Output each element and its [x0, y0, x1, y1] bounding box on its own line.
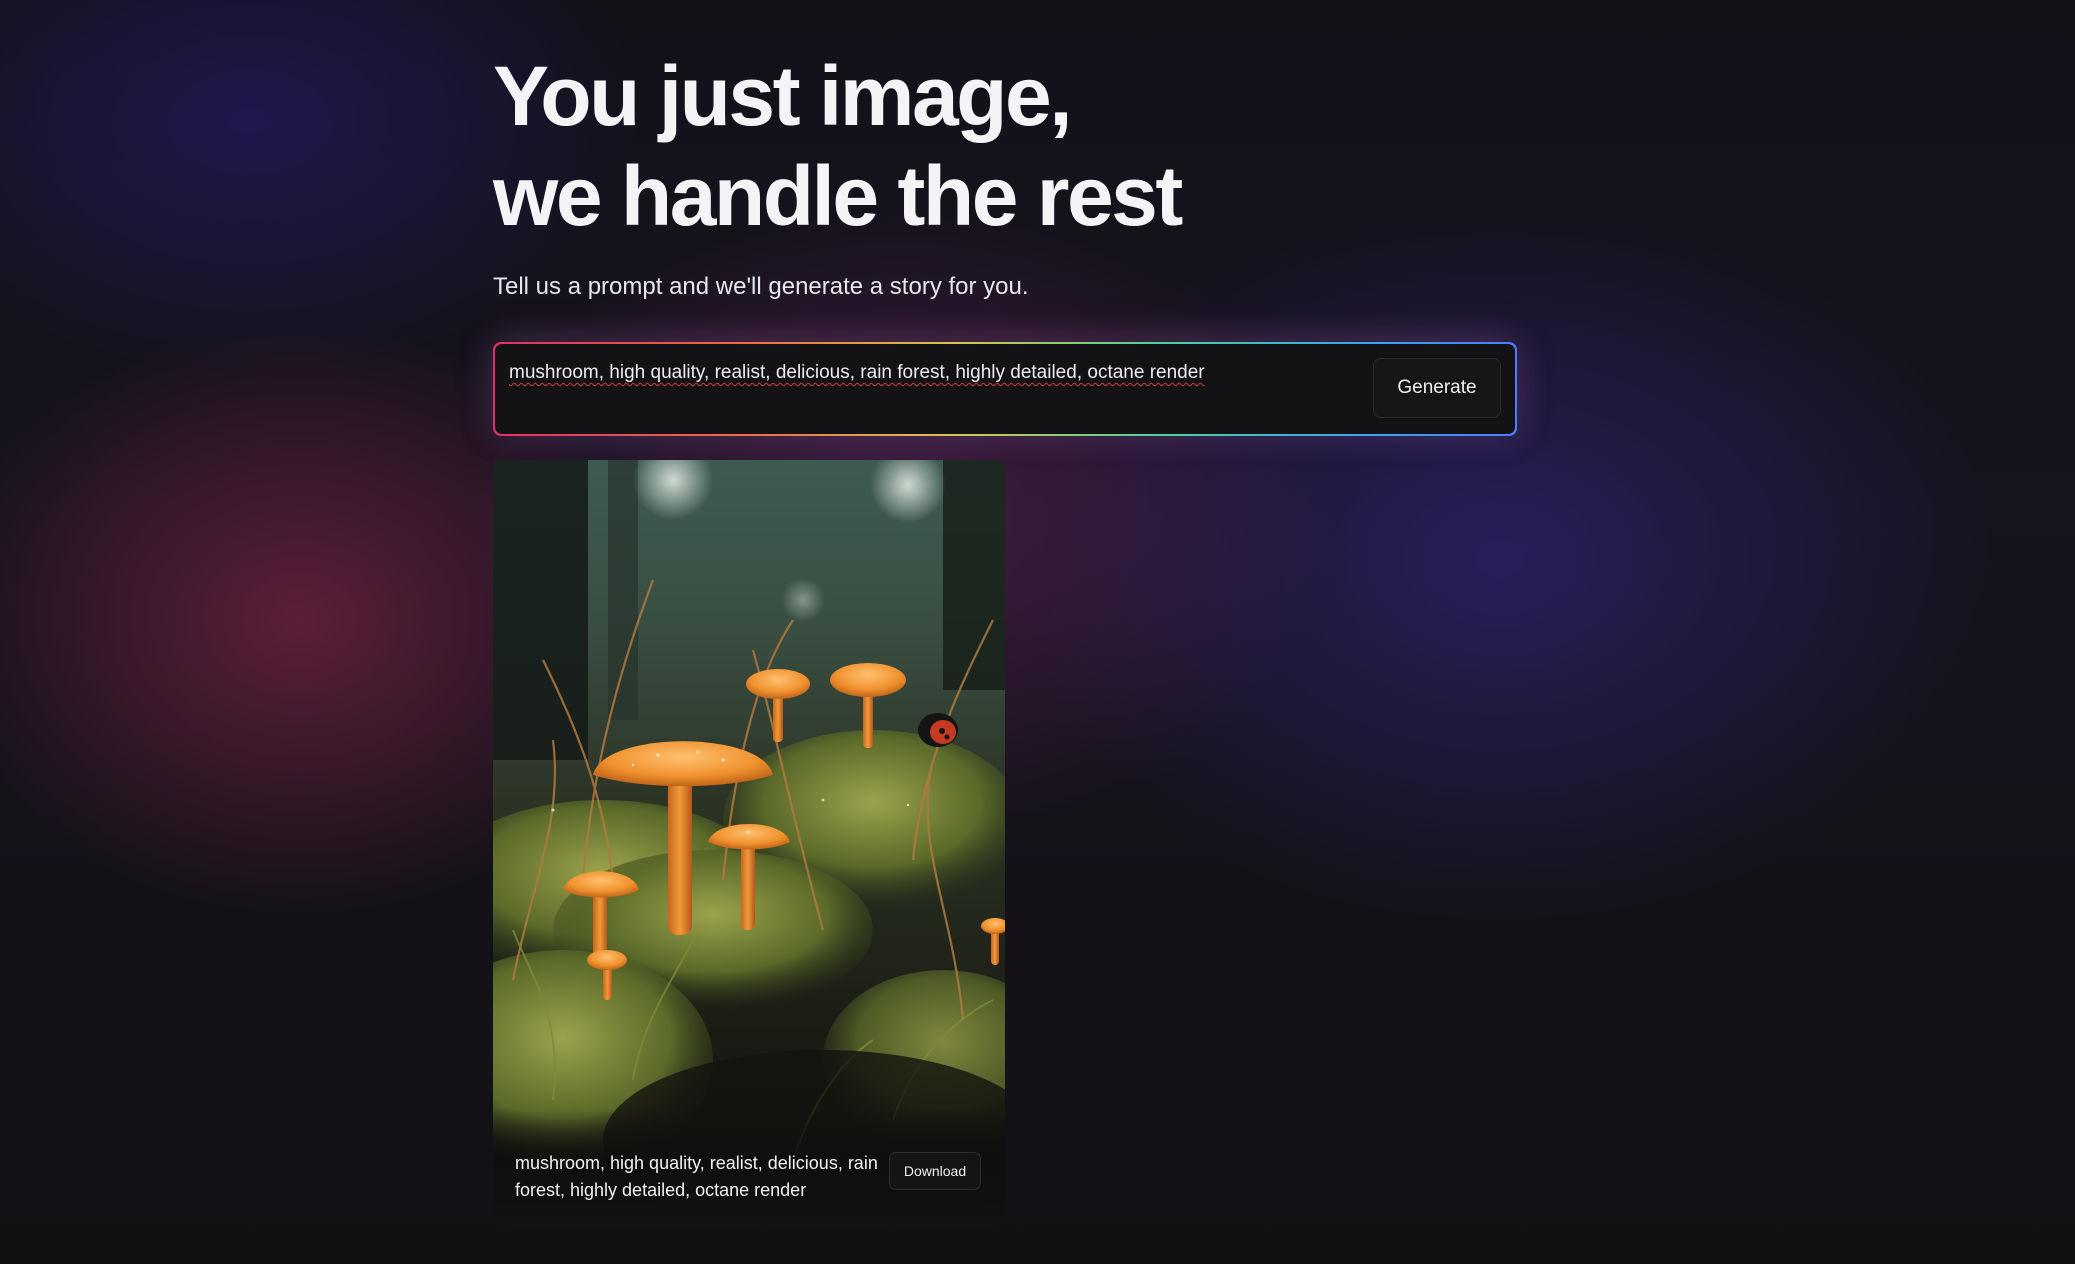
- headline-line-2: we handle the rest: [493, 149, 1183, 243]
- generated-image-card: mushroom, high quality, realist, delicio…: [493, 460, 1005, 1228]
- prompt-box-border: Generate: [493, 342, 1517, 436]
- image-caption: mushroom, high quality, realist, delicio…: [515, 1153, 878, 1200]
- generate-button[interactable]: Generate: [1373, 358, 1501, 418]
- prompt-box: Generate: [495, 344, 1515, 434]
- hero-subtitle: Tell us a prompt and we'll generate a st…: [493, 273, 1029, 300]
- headline-line-1: You just image,: [493, 49, 1073, 143]
- prompt-input[interactable]: [509, 358, 1339, 388]
- main-content: You just image, we handle the rest Tell …: [493, 0, 1517, 1228]
- download-button[interactable]: Download: [889, 1152, 981, 1190]
- hero-headline: You just image, we handle the rest: [493, 46, 1517, 246]
- page: You just image, we handle the rest Tell …: [0, 0, 2075, 1264]
